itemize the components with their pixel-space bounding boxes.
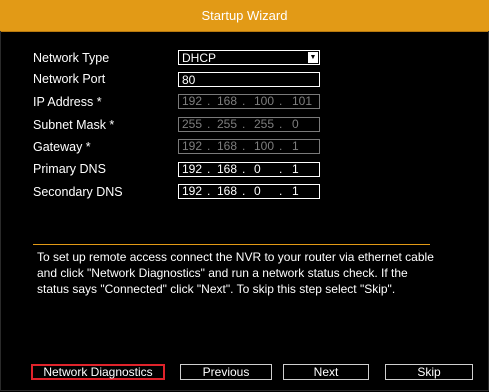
octet-2: 168	[217, 94, 238, 108]
octet-dot: .	[279, 162, 283, 176]
primary-dns-label: Primary DNS	[33, 162, 106, 176]
primary-dns-input[interactable]: 192 . 168 . 0 . 1	[178, 162, 320, 177]
octet-3: 100	[254, 94, 275, 108]
octet-dot: .	[207, 94, 211, 108]
octet-4: 0	[292, 117, 299, 131]
octet-dot: .	[242, 162, 246, 176]
octet-4: 1	[292, 139, 299, 153]
octet-dot: .	[279, 94, 283, 108]
octet-dot: .	[207, 117, 211, 131]
subnet-mask-row: Subnet Mask *	[33, 116, 179, 134]
primary-dns-octets: 192 . 168 . 0 . 1	[179, 163, 319, 176]
skip-button[interactable]: Skip	[385, 364, 473, 380]
octet-dot: .	[207, 184, 211, 198]
gateway-row: Gateway *	[33, 138, 179, 156]
secondary-dns-input[interactable]: 192 . 168 . 0 . 1	[178, 184, 320, 199]
gateway-label: Gateway *	[33, 140, 91, 154]
subnet-mask-input[interactable]: 255 . 255 . 255 . 0	[178, 117, 320, 132]
octet-3: 100	[254, 139, 275, 153]
octet-2: 168	[217, 184, 238, 198]
octet-2: 168	[217, 162, 238, 176]
section-divider	[33, 244, 430, 245]
octet-1: 192	[182, 162, 203, 176]
previous-button[interactable]: Previous	[180, 364, 272, 380]
chevron-down-icon[interactable]: ▼	[308, 52, 318, 63]
window-title: Startup Wizard	[201, 8, 288, 23]
octet-1: 192	[182, 94, 203, 108]
subnet-mask-label: Subnet Mask *	[33, 118, 115, 132]
octet-4: 1	[292, 184, 299, 198]
ip-address-octets: 192 . 168 . 100 . 101	[179, 95, 319, 108]
ip-address-label: IP Address *	[33, 95, 102, 109]
next-button[interactable]: Next	[283, 364, 369, 380]
octet-2: 168	[217, 139, 238, 153]
network-port-label: Network Port	[33, 72, 106, 86]
instructions-text: To set up remote access connect the NVR …	[37, 250, 434, 296]
octet-dot: .	[207, 162, 211, 176]
network-port-value: 80	[182, 72, 196, 87]
octet-dot: .	[242, 139, 246, 153]
subnet-mask-octets: 255 . 255 . 255 . 0	[179, 118, 319, 131]
octet-4: 101	[292, 94, 313, 108]
network-type-value: DHCP	[182, 50, 217, 65]
primary-dns-row: Primary DNS	[33, 160, 179, 178]
ip-address-input[interactable]: 192 . 168 . 100 . 101	[178, 94, 320, 109]
octet-dot: .	[242, 184, 246, 198]
octet-dot: .	[279, 184, 283, 198]
network-type-label: Network Type	[33, 51, 110, 65]
octet-dot: .	[242, 117, 246, 131]
octet-3: 0	[254, 162, 261, 176]
network-diagnostics-button[interactable]: Network Diagnostics	[31, 364, 165, 380]
octet-1: 255	[182, 117, 203, 131]
octet-1: 192	[182, 184, 203, 198]
octet-dot: .	[207, 139, 211, 153]
title-bar: Startup Wizard	[0, 0, 489, 32]
octet-3: 255	[254, 117, 275, 131]
secondary-dns-row: Secondary DNS	[33, 183, 179, 201]
ip-address-row: IP Address *	[33, 93, 179, 111]
gateway-octets: 192 . 168 . 100 . 1	[179, 140, 319, 153]
network-type-select[interactable]: DHCP ▼	[178, 50, 320, 65]
octet-2: 255	[217, 117, 238, 131]
secondary-dns-label: Secondary DNS	[33, 185, 123, 199]
octet-1: 192	[182, 139, 203, 153]
gateway-input[interactable]: 192 . 168 . 100 . 1	[178, 139, 320, 154]
octet-dot: .	[242, 94, 246, 108]
network-type-row: Network Type	[33, 49, 179, 67]
octet-dot: .	[279, 117, 283, 131]
network-port-row: Network Port	[33, 70, 179, 88]
secondary-dns-octets: 192 . 168 . 0 . 1	[179, 185, 319, 198]
octet-4: 1	[292, 162, 299, 176]
network-port-input[interactable]: 80	[178, 72, 320, 87]
octet-3: 0	[254, 184, 261, 198]
octet-dot: .	[279, 139, 283, 153]
